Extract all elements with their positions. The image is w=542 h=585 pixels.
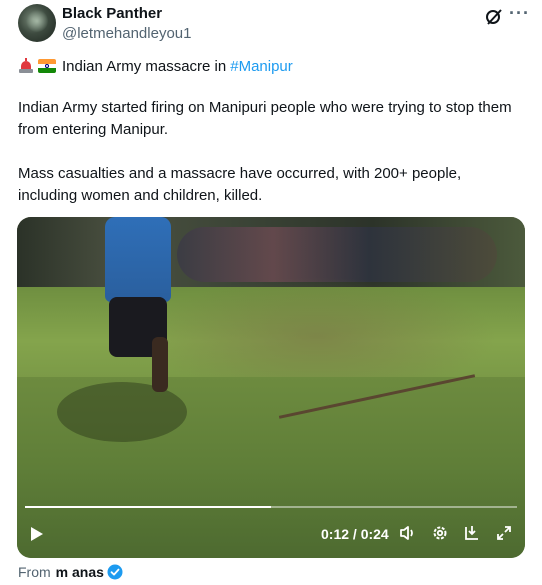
avatar[interactable] [18, 4, 56, 42]
video-attribution: From m anas [18, 564, 123, 580]
post-title: Indian Army massacre in #Manipur [18, 55, 293, 77]
police-siren-icon [18, 58, 34, 74]
video-progress-bar[interactable] [25, 506, 517, 508]
from-name-link[interactable]: m anas [56, 564, 104, 580]
video-frame-crowd [177, 227, 497, 282]
download-icon[interactable] [463, 524, 481, 542]
verified-badge-icon [107, 564, 123, 580]
settings-icon[interactable] [431, 524, 449, 542]
more-icon[interactable]: ··· [509, 4, 531, 26]
video-frame-shadow [57, 382, 187, 442]
post-header: Black Panther @letmehandleyou1 ··· [18, 4, 531, 44]
handle[interactable]: @letmehandleyou1 [62, 25, 191, 42]
video-player[interactable]: 0:12 / 0:24 [17, 217, 525, 558]
post-paragraph-1: Indian Army started firing on Manipuri p… [18, 99, 512, 138]
india-flag-icon [38, 59, 56, 73]
video-time: 0:12 / 0:24 [321, 526, 389, 542]
post-paragraph-2: Mass casualties and a massacre have occu… [18, 165, 462, 204]
hashtag-link[interactable]: #Manipur [230, 58, 293, 75]
post-title-text: Indian Army massacre in [62, 57, 227, 75]
grok-icon[interactable] [485, 8, 503, 26]
video-frame-runner [105, 217, 171, 302]
video-progress-fill [25, 506, 271, 508]
volume-icon[interactable] [399, 524, 417, 542]
fullscreen-icon[interactable] [495, 524, 513, 542]
video-frame-runner-leg [152, 337, 168, 392]
video-controls: 0:12 / 0:24 [17, 522, 525, 548]
from-label: From [18, 564, 51, 580]
display-name[interactable]: Black Panther [62, 5, 162, 22]
play-icon[interactable] [31, 527, 43, 541]
